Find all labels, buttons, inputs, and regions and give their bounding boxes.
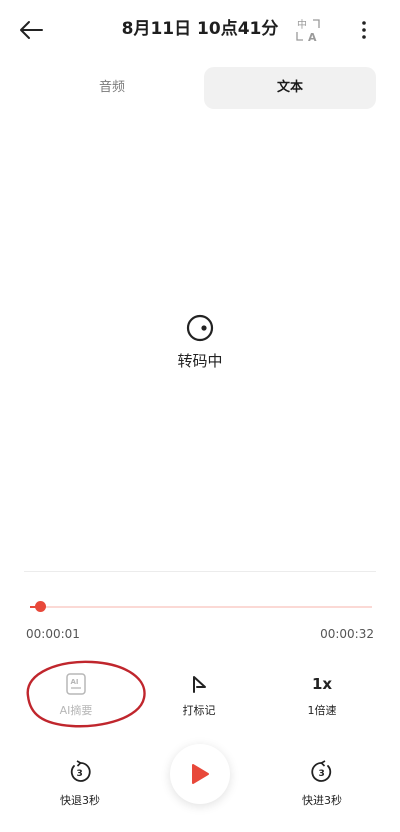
forward-label: 快进3秒 — [302, 794, 342, 807]
progress-track[interactable] — [30, 606, 372, 608]
status-text: 转码中 — [177, 352, 223, 370]
tab-audio[interactable]: 音频 — [24, 67, 200, 109]
play-button[interactable] — [170, 744, 230, 804]
divider — [24, 571, 376, 572]
translate-a-glyph: A — [308, 31, 317, 44]
loading-icon — [185, 313, 215, 343]
progress-thumb[interactable] — [34, 601, 46, 612]
speed-label: 1倍速 — [307, 704, 337, 717]
tab-bar: 音频 文本 — [24, 67, 376, 109]
forward-button[interactable]: 3 快进3秒 — [272, 760, 372, 812]
forward-icon-text: 3 — [319, 769, 325, 779]
translate-icon: 中 A — [296, 18, 320, 44]
page-title: 8月11日 10点41分 — [121, 19, 279, 39]
forward-icon: 3 — [310, 760, 334, 784]
more-button[interactable] — [350, 16, 378, 44]
annotation-ellipse — [26, 660, 146, 728]
more-vertical-icon — [362, 21, 366, 39]
speed-icon-text: 1x — [311, 675, 333, 693]
rewind-icon-text: 3 — [77, 769, 83, 779]
back-button[interactable] — [14, 13, 48, 47]
current-time: 00:00:01 — [26, 627, 80, 641]
arrow-left-icon — [20, 21, 43, 39]
translate-zh-glyph: 中 — [297, 18, 307, 31]
translate-button[interactable]: 中 A — [294, 16, 322, 44]
rewind-label: 快退3秒 — [60, 794, 100, 807]
speed-icon: 1x — [310, 672, 334, 696]
play-icon — [192, 764, 209, 784]
total-time: 00:00:32 — [320, 627, 374, 641]
header: 8月11日 10点41分 中 A — [0, 0, 400, 60]
rewind-button[interactable]: 3 快退3秒 — [30, 760, 130, 812]
mark-button[interactable]: 打标记 — [149, 672, 249, 732]
mark-label: 打标记 — [182, 704, 216, 717]
tab-text[interactable]: 文本 — [204, 67, 376, 109]
speed-button[interactable]: 1x 1倍速 — [272, 672, 372, 732]
flag-icon — [187, 672, 211, 696]
rewind-icon: 3 — [68, 760, 92, 784]
